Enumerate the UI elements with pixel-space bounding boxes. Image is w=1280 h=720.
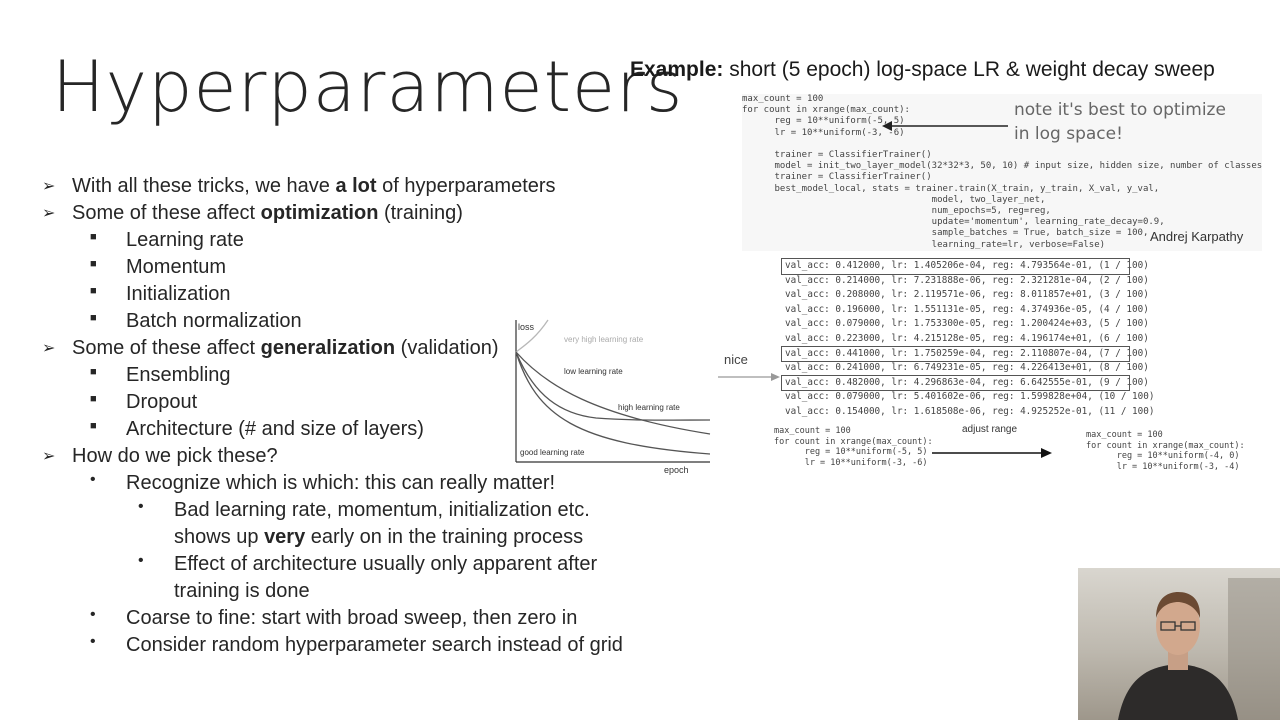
code-before-adjust: max_count = 100 for count in xrange(max_c…	[774, 426, 933, 468]
code-line: num_epochs=5, reg=reg,	[742, 206, 1051, 217]
curve-high-lr	[515, 351, 711, 421]
dot-bullet-icon: •	[90, 606, 96, 623]
opt-item: Learning rate	[126, 229, 244, 251]
code-line: max_count = 100	[774, 426, 851, 436]
code-line: max_count = 100	[1086, 430, 1163, 440]
curve-label-good: good learning rate	[520, 448, 585, 457]
arrow-bullet-icon: ➢	[42, 340, 56, 357]
square-bullet-icon: ■	[90, 393, 97, 405]
code-line: for count in xrange(max_count):	[1086, 440, 1245, 451]
code-line: reg = 10**uniform(-5, 5)	[774, 447, 928, 457]
result-row: val_acc: 0.208000, lr: 2.119571e-06, reg…	[785, 289, 1149, 301]
log-space-note: note it's best to optimize in log space!	[1014, 100, 1226, 144]
dot-bullet-icon: •	[138, 498, 144, 515]
opt-item: Momentum	[126, 256, 227, 278]
bullet-optimization: Some of these affect optimization (train…	[72, 202, 463, 224]
gen-item: Ensembling	[126, 364, 231, 386]
bullet-how-pick: How do we pick these?	[72, 445, 278, 467]
plot-y-label: loss	[518, 322, 535, 332]
code-line: lr = 10**uniform(-3, -6)	[774, 457, 928, 468]
code-line: lr = 10**uniform(-3, -4)	[1086, 461, 1240, 472]
bullet-hyperparameters: With all these tricks, we have a lot of …	[72, 175, 556, 197]
result-row: val_acc: 0.196000, lr: 1.551131e-05, reg…	[785, 303, 1149, 315]
curve-label-low: low learning rate	[564, 367, 623, 376]
example-heading: Example: short (5 epoch) log-space LR & …	[630, 58, 1215, 82]
result-row: val_acc: 0.154000, lr: 1.618508e-06, reg…	[785, 405, 1155, 417]
slide-title: Hyperparameters	[52, 46, 684, 128]
gen-item: Architecture (# and size of layers)	[126, 418, 424, 440]
square-bullet-icon: ■	[90, 312, 97, 324]
code-line: model = init_two_layer_model(32*32*3, 50…	[742, 161, 1263, 172]
dot-bullet-icon: •	[90, 471, 96, 488]
nice-arrow-icon	[718, 373, 780, 381]
pick-item-random-search: Consider random hyperparameter search in…	[126, 634, 623, 656]
presenter-webcam	[1078, 568, 1280, 720]
pick-item-coarse-to-fine: Coarse to fine: start with broad sweep, …	[126, 607, 578, 629]
presenter-figure	[1118, 578, 1280, 720]
code-line: for count in xrange(max_count):	[774, 436, 933, 447]
square-bullet-icon: ■	[90, 366, 97, 378]
code-line: best_model_local, stats = trainer.train(…	[742, 183, 1160, 194]
sweep-results-list: val_acc: 0.412000, lr: 1.405206e-04, reg…	[781, 258, 1155, 420]
code-line: update='momentum', learning_rate_decay=0…	[742, 217, 1165, 228]
arrow-bullet-icon: ➢	[42, 448, 56, 465]
learning-rate-plot: loss epoch very high learning rate low l…	[515, 319, 711, 475]
code-line: trainer = ClassifierTrainer()	[742, 150, 932, 161]
pick-item-recognize: Recognize which is which: this can reall…	[126, 472, 556, 494]
example-heading-bold: Example:	[630, 58, 724, 81]
square-bullet-icon: ■	[90, 285, 97, 297]
result-row: val_acc: 0.079000, lr: 1.753300e-05, reg…	[785, 318, 1149, 330]
arrow-bullet-icon: ➢	[42, 205, 56, 222]
code-line: reg = 10**uniform(-4, 0)	[1086, 451, 1240, 461]
pick-subitem-bad-lr-line1: Bad learning rate, momentum, initializat…	[174, 499, 590, 521]
result-row-highlighted: val_acc: 0.441000, lr: 1.750259e-04, reg…	[781, 345, 1149, 363]
nice-label: nice	[724, 352, 748, 367]
adjust-range-label: adjust range	[962, 424, 1018, 435]
result-row: val_acc: 0.223000, lr: 4.215128e-05, reg…	[785, 332, 1149, 344]
dot-bullet-icon: •	[90, 633, 96, 650]
plot-x-label: epoch	[664, 465, 689, 475]
attribution: Andrej Karpathy	[1150, 229, 1244, 244]
result-row: val_acc: 0.214000, lr: 7.231888e-06, reg…	[785, 274, 1149, 286]
note-arrow-icon	[882, 121, 1008, 131]
arrow-bullet-icon: ➢	[42, 178, 56, 195]
square-bullet-icon: ■	[90, 231, 97, 243]
curve-low-lr	[515, 351, 711, 435]
square-bullet-icon: ■	[90, 420, 97, 432]
curve-label-high: high learning rate	[618, 403, 680, 412]
code-line: trainer = ClassifierTrainer()	[742, 172, 932, 183]
opt-item: Batch normalization	[126, 310, 302, 332]
bullet-generalization: Some of these affect generalization (val…	[72, 337, 499, 359]
opt-item: Initialization	[126, 283, 231, 305]
square-bullet-icon: ■	[90, 258, 97, 270]
code-after-adjust: max_count = 100 for count in xrange(max_c…	[1086, 430, 1245, 472]
result-row-highlighted: val_acc: 0.412000, lr: 1.405206e-04, reg…	[781, 258, 1149, 275]
result-row-highlighted: val_acc: 0.482000, lr: 4.296863e-04, reg…	[781, 374, 1149, 392]
curve-label-very-high: very high learning rate	[564, 335, 644, 344]
dot-bullet-icon: •	[138, 552, 144, 569]
adjust-arrow-icon	[932, 448, 1052, 458]
result-row: val_acc: 0.079000, lr: 5.401602e-06, reg…	[785, 391, 1155, 403]
pick-subitem-architecture-line2: training is done	[174, 580, 310, 602]
pick-subitem-bad-lr-line2: shows up very early on in the training p…	[174, 526, 584, 548]
result-row: val_acc: 0.241000, lr: 6.749231e-05, reg…	[785, 362, 1149, 374]
gen-item: Dropout	[126, 391, 198, 413]
pick-subitem-architecture-line1: Effect of architecture usually only appa…	[174, 553, 598, 575]
code-line: model, two_layer_net,	[742, 194, 1046, 205]
example-heading-text: short (5 epoch) log-space LR & weight de…	[723, 58, 1215, 81]
